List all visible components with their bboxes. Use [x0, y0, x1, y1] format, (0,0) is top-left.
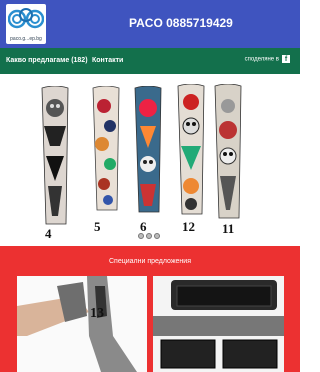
offer-card[interactable]	[153, 276, 284, 372]
share-link[interactable]: споделяне вf	[245, 55, 290, 63]
nav-item-offers[interactable]: Какво предлагаме (182)	[6, 57, 88, 64]
tattoo-arm-photo	[17, 276, 147, 372]
swirl-logo-icon	[8, 8, 44, 29]
carousel-dot[interactable]	[146, 233, 152, 239]
site-logo[interactable]: paco.g...eр.bg	[6, 4, 46, 44]
offer-number: 13	[90, 306, 104, 321]
tattoo-sleeve-image	[41, 86, 69, 225]
carousel-dot[interactable]	[138, 233, 144, 239]
sleeve-number: 11	[222, 221, 235, 236]
site-header: paco.g...eр.bg PACO 0885719429	[0, 0, 300, 48]
offer-card[interactable]	[17, 276, 147, 372]
sleeve-number: 5	[94, 219, 101, 234]
carousel-dot[interactable]	[154, 233, 160, 239]
carousel-dots	[138, 226, 162, 244]
logo-caption: paco.g...eр.bg	[10, 36, 42, 42]
tattoo-sleeve-image	[177, 84, 205, 215]
facebook-icon[interactable]: f	[282, 55, 290, 63]
tattoo-sleeve-image	[214, 84, 242, 219]
nav-item-contacts[interactable]: Контакти	[92, 57, 123, 64]
hero-carousel[interactable]: 4 5 6 12 11	[0, 74, 300, 246]
phone-title[interactable]: PACO 0885719429	[129, 16, 233, 30]
tattoo-sleeve-image	[92, 86, 120, 211]
tattoo-sleeve-image	[134, 86, 162, 213]
car-organizer-photo	[153, 276, 284, 372]
sleeve-number: 4	[45, 226, 52, 241]
sleeve-number: 12	[182, 219, 195, 234]
share-label: споделяне в	[244, 56, 279, 63]
special-offers-title: Специални предложения	[109, 258, 191, 265]
